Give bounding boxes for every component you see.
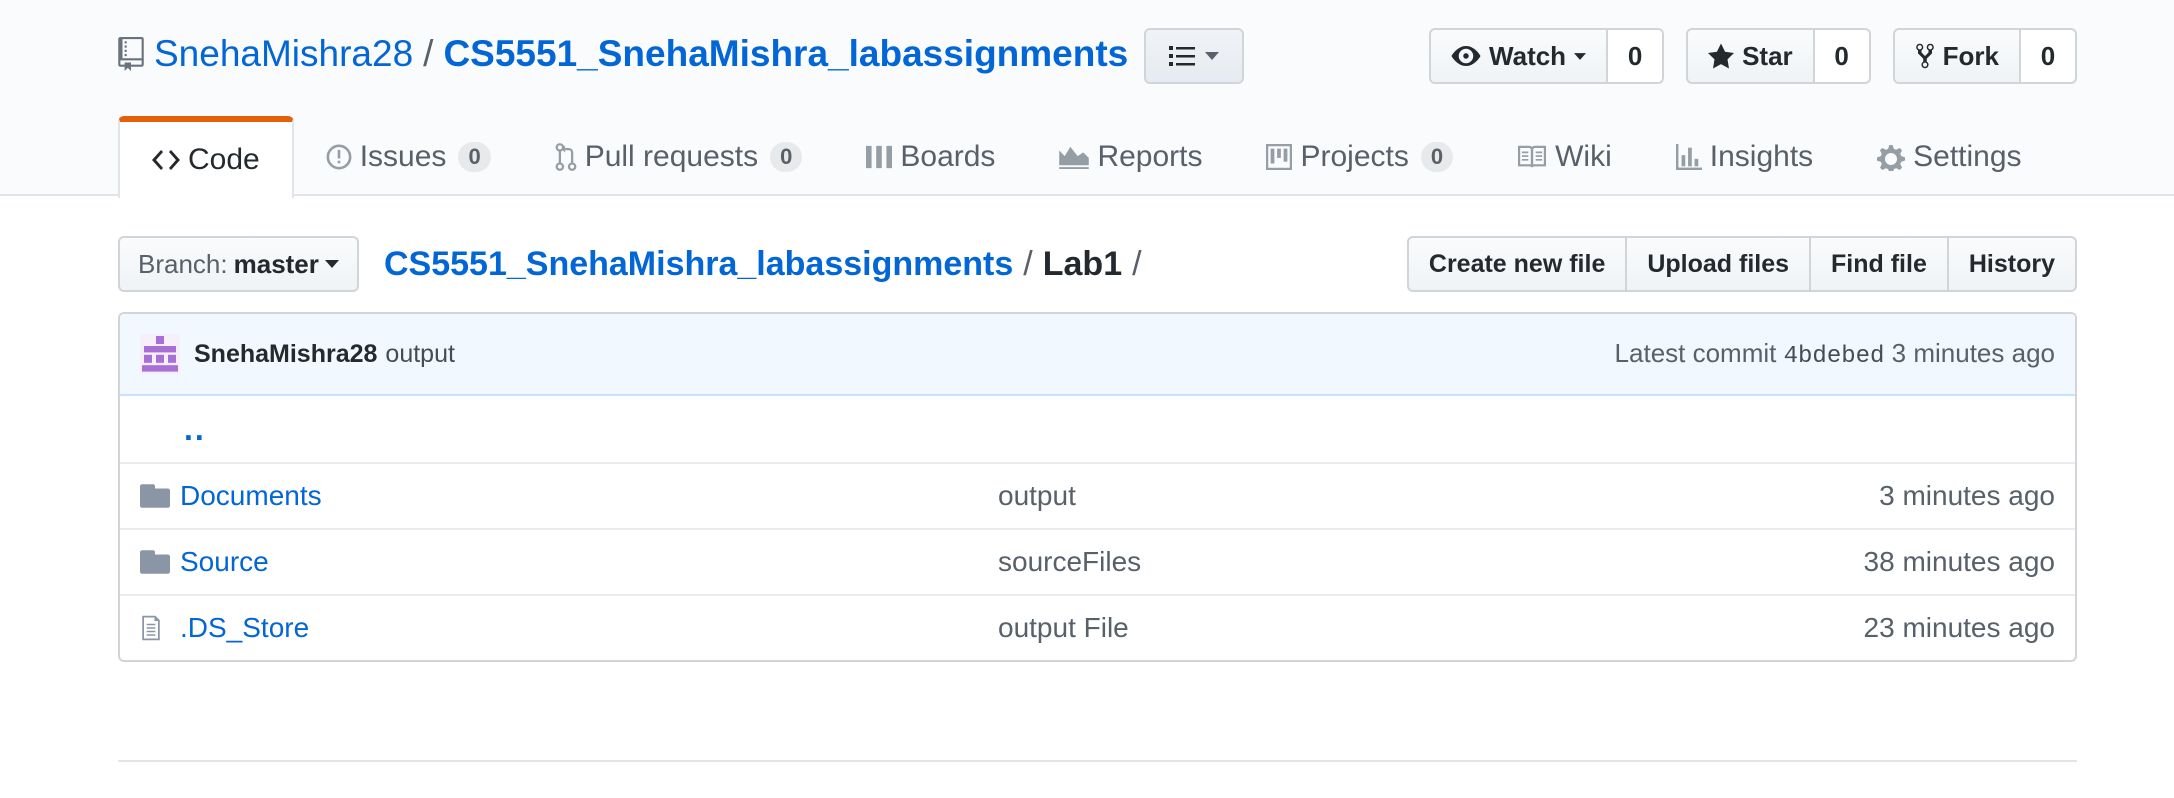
file-name-link[interactable]: .DS_Store	[180, 612, 998, 644]
projects-counter: 0	[1420, 142, 1454, 172]
tab-code[interactable]: Code	[118, 116, 294, 198]
tab-reports-label: Reports	[1097, 140, 1203, 173]
pull-requests-counter: 0	[770, 142, 803, 172]
chevron-down-icon	[1205, 52, 1219, 60]
list-icon	[1169, 46, 1195, 66]
file-actions: Create new file Upload files Find file H…	[1406, 236, 2077, 292]
commit-message-link[interactable]: output	[385, 340, 455, 369]
footer-divider	[118, 760, 2077, 762]
watch-button[interactable]: Watch	[1429, 28, 1609, 84]
folder-icon	[140, 484, 180, 508]
watch-label: Watch	[1489, 40, 1567, 71]
find-file-button[interactable]: Find file	[1809, 236, 1947, 292]
table-row: .DS_Store output File 23 minutes ago	[120, 594, 2075, 660]
tab-issues[interactable]: Issues 0	[294, 116, 523, 198]
commit-author-link[interactable]: SnehaMishra28	[194, 340, 377, 369]
create-new-file-button[interactable]: Create new file	[1406, 236, 1626, 292]
list-menu-button[interactable]	[1144, 28, 1244, 84]
breadcrumb-separator: /	[1023, 244, 1033, 283]
upload-files-button[interactable]: Upload files	[1625, 236, 1810, 292]
commit-tease: SnehaMishra28 output Latest commit 4bdeb…	[120, 314, 2075, 396]
issue-icon	[326, 144, 352, 170]
bar-chart-icon	[1675, 144, 1702, 170]
tab-insights-label: Insights	[1709, 140, 1814, 173]
branch-select-button[interactable]: Branch: master	[118, 236, 359, 292]
breadcrumb-current: Lab1	[1042, 244, 1123, 283]
breadcrumb-separator: /	[1132, 244, 1142, 283]
repo-name-link[interactable]: CS5551_SnehaMishra_labassignments	[443, 33, 1128, 75]
file-age: 38 minutes ago	[1863, 546, 2055, 577]
breadcrumb: CS5551_SnehaMishra_labassignments / Lab1…	[384, 242, 1152, 286]
star-group: Star 0	[1686, 28, 1871, 84]
fork-group: Fork 0	[1892, 28, 2077, 84]
tab-projects-label: Projects	[1300, 140, 1409, 173]
watch-count[interactable]: 0	[1608, 28, 1665, 84]
tab-pull-requests[interactable]: Pull requests 0	[523, 116, 835, 198]
repo-owner-link[interactable]: SnehaMishra28	[154, 33, 413, 75]
pull-request-icon	[555, 143, 577, 171]
star-count[interactable]: 0	[1814, 28, 1871, 84]
file-icon	[140, 614, 180, 642]
commit-sha-link[interactable]: 4bdebed	[1784, 343, 1885, 370]
history-button[interactable]: History	[1946, 236, 2077, 292]
fork-label: Fork	[1942, 40, 1999, 71]
repo-icon	[118, 37, 144, 71]
book-icon	[1518, 145, 1547, 168]
repo-nav-tabs: Code Issues 0 Pull requests 0 Boards Rep…	[118, 116, 2054, 198]
parent-directory-row[interactable]: ..	[120, 396, 2075, 462]
eye-icon	[1451, 46, 1481, 66]
file-commit-message[interactable]: output File	[998, 612, 1864, 644]
file-name-link[interactable]: Source	[180, 546, 998, 578]
avatar[interactable]	[140, 334, 180, 374]
file-commit-message[interactable]: output	[998, 480, 1879, 512]
tab-boards-label: Boards	[900, 140, 996, 173]
issues-counter: 0	[458, 142, 491, 172]
file-age: 3 minutes ago	[1879, 480, 2055, 511]
branch-label: Branch:	[138, 248, 228, 279]
boards-icon	[866, 145, 893, 169]
file-commit-message[interactable]: sourceFiles	[998, 546, 1864, 578]
commit-age: 3 minutes ago	[1891, 338, 2055, 368]
repo-header: SnehaMishra28 / CS5551_SnehaMishra_labas…	[0, 0, 2174, 198]
pagehead-actions: Watch 0 Star 0 Fork 0	[1429, 28, 2077, 84]
tab-reports[interactable]: Reports	[1027, 116, 1234, 198]
code-icon	[152, 150, 180, 170]
tab-insights[interactable]: Insights	[1644, 116, 1845, 198]
tab-settings[interactable]: Settings	[1845, 116, 2053, 198]
gear-icon	[1877, 145, 1906, 171]
tab-settings-label: Settings	[1913, 140, 2022, 173]
fork-count[interactable]: 0	[2021, 28, 2077, 84]
graph-icon	[1059, 146, 1090, 169]
repo-title: SnehaMishra28 / CS5551_SnehaMishra_labas…	[118, 28, 1128, 80]
tab-wiki[interactable]: Wiki	[1485, 116, 1644, 198]
tab-pull-requests-label: Pull requests	[584, 140, 759, 173]
project-icon	[1266, 144, 1293, 170]
fork-button[interactable]: Fork	[1892, 28, 2021, 84]
star-label: Star	[1742, 40, 1793, 71]
fork-icon	[1915, 43, 1934, 69]
tab-boards[interactable]: Boards	[834, 116, 1027, 198]
folder-icon	[140, 550, 180, 574]
table-row: Documents output 3 minutes ago	[120, 462, 2075, 528]
parent-directory-link[interactable]: ..	[140, 411, 958, 448]
tab-wiki-label: Wiki	[1555, 140, 1612, 173]
tab-projects[interactable]: Projects 0	[1234, 116, 1485, 198]
star-button[interactable]: Star	[1686, 28, 1815, 84]
tab-code-label: Code	[188, 143, 260, 176]
watch-group: Watch 0	[1429, 28, 1665, 84]
chevron-down-icon	[1574, 52, 1587, 60]
breadcrumb-root-link[interactable]: CS5551_SnehaMishra_labassignments	[384, 245, 1013, 284]
chevron-down-icon	[324, 260, 339, 268]
title-separator: /	[423, 33, 434, 74]
table-row: Source sourceFiles 38 minutes ago	[120, 528, 2075, 594]
file-name-link[interactable]: Documents	[180, 480, 998, 512]
latest-commit-info: Latest commit 4bdebed 3 minutes ago	[1615, 338, 2055, 370]
latest-commit-label: Latest commit	[1614, 338, 1777, 368]
tab-issues-label: Issues	[359, 140, 447, 173]
file-age: 23 minutes ago	[1863, 612, 2055, 643]
file-table: SnehaMishra28 output Latest commit 4bdeb…	[118, 312, 2077, 662]
star-icon	[1708, 43, 1735, 69]
branch-value: master	[233, 248, 319, 279]
